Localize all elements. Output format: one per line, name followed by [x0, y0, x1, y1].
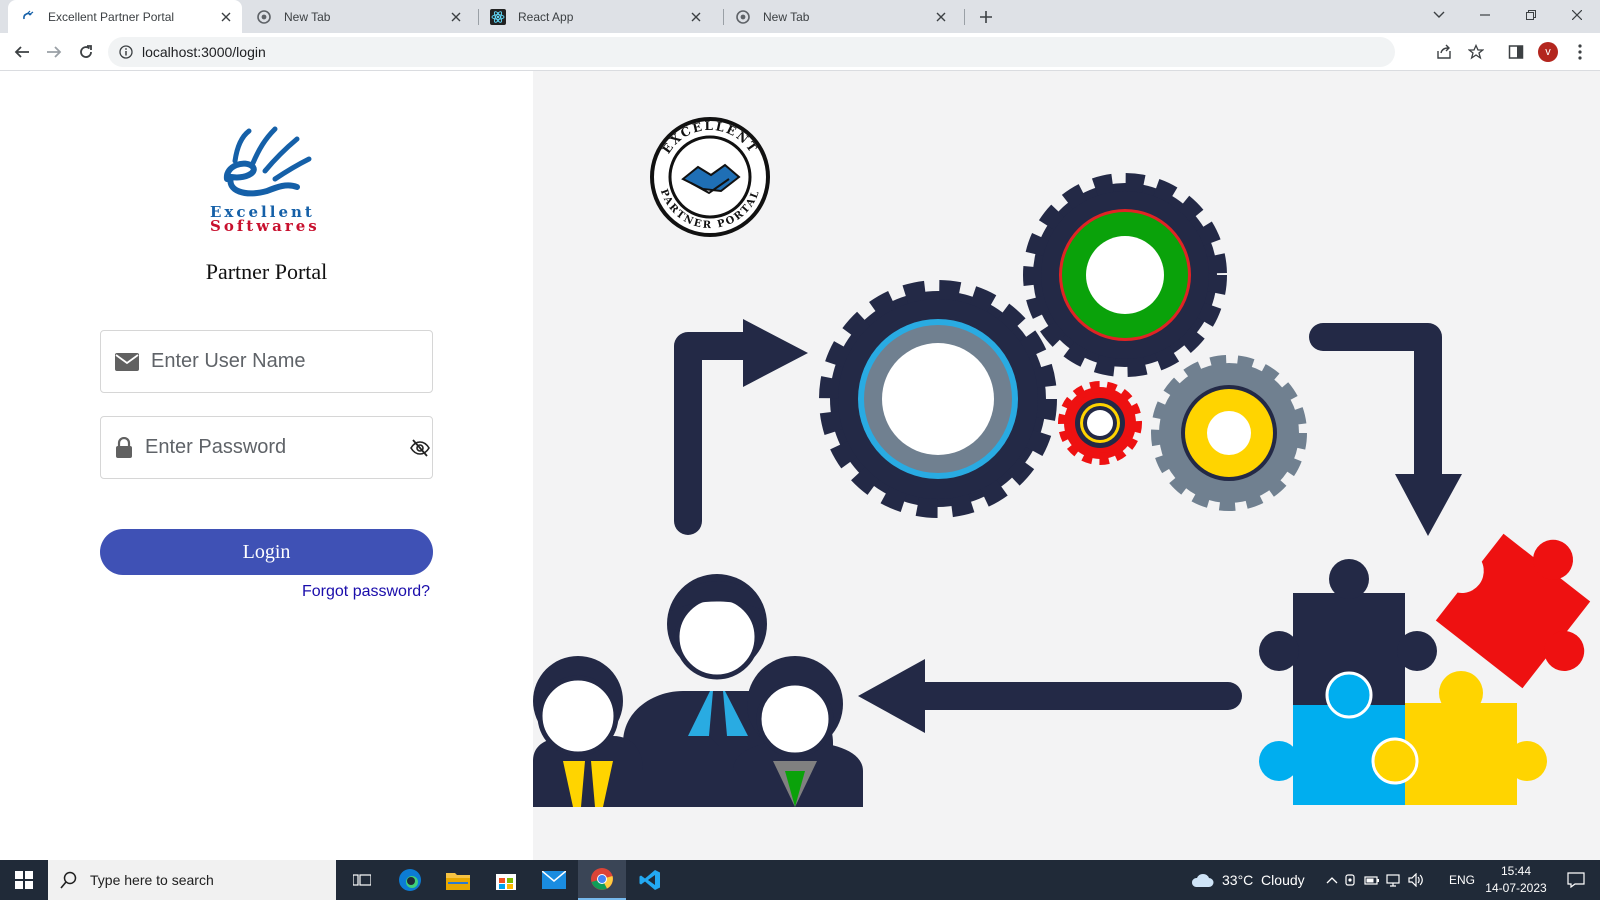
login-button[interactable]: Login [100, 529, 433, 575]
bookmark-star-icon[interactable] [1462, 38, 1490, 66]
search-placeholder: Type here to search [90, 872, 214, 888]
clock-date: 14-07-2023 [1485, 881, 1547, 895]
close-tab-icon[interactable] [218, 9, 234, 25]
avatar: v [1538, 42, 1558, 62]
profile-avatar[interactable]: v [1534, 38, 1562, 66]
arrow-right-down [1309, 323, 1442, 495]
tab-search-icon[interactable] [1416, 0, 1462, 30]
url-text: localhost:3000/login [142, 44, 266, 60]
windows-start-icon[interactable] [0, 860, 48, 900]
arrow-head-down [1395, 474, 1462, 536]
back-arrow-icon[interactable] [8, 38, 36, 66]
clock[interactable]: 15:44 14-07-2023 [1484, 863, 1548, 897]
site-info-icon[interactable] [118, 44, 134, 60]
arrow-head-right [743, 319, 808, 387]
password-field[interactable] [100, 416, 433, 479]
kebab-menu-icon[interactable] [1566, 38, 1594, 66]
forward-arrow-icon[interactable] [40, 38, 68, 66]
gear-green-icon [1023, 173, 1227, 377]
close-tab-icon[interactable] [448, 9, 464, 25]
reload-icon[interactable] [72, 38, 100, 66]
language-indicator[interactable]: ENG [1449, 873, 1475, 887]
store-icon[interactable] [482, 860, 530, 900]
toggle-password-visibility-icon[interactable] [410, 436, 430, 460]
username-input[interactable] [151, 350, 432, 373]
task-view-icon[interactable] [338, 860, 386, 900]
username-field[interactable] [100, 330, 433, 393]
chrome-icon [256, 9, 272, 25]
react-icon [490, 8, 506, 25]
business-people-icon [533, 574, 863, 807]
arrow-up-right [674, 332, 762, 535]
restore-icon[interactable] [1508, 0, 1554, 30]
clock-time: 15:44 [1500, 864, 1532, 878]
puzzle-pieces-icon [1259, 533, 1591, 805]
partner-process-illustration: EXCELLENT PARTNER PORTAL [533, 117, 1591, 807]
password-input[interactable] [145, 436, 410, 459]
cloud-icon [1190, 872, 1214, 888]
gear-gray-icon [1151, 355, 1307, 511]
volume-icon[interactable] [1408, 873, 1424, 887]
side-panel-icon[interactable] [1502, 38, 1530, 66]
tab-title: New Tab [284, 9, 331, 24]
battery-icon[interactable] [1364, 874, 1380, 886]
lock-icon [115, 436, 133, 460]
close-tab-icon[interactable] [933, 9, 949, 25]
notification-icon[interactable] [1556, 860, 1596, 900]
tab-react-app[interactable]: React App [478, 0, 712, 33]
chevron-up-icon[interactable] [1326, 876, 1338, 884]
browser-toolbar: localhost:3000/login v [0, 33, 1600, 71]
envelope-icon [115, 350, 139, 374]
gear-large-icon [819, 280, 1057, 518]
meet-now-icon[interactable] [1344, 873, 1358, 887]
arrow-head-left [858, 659, 925, 733]
weather-text: 33°C Cloudy [1222, 872, 1305, 888]
new-tab-button[interactable] [976, 7, 996, 27]
tab-excellent-partner-portal[interactable]: Excellent Partner Portal [8, 0, 242, 33]
login-page: Excellent Softwares Partner Portal Login… [0, 71, 1600, 860]
chrome-taskbar-icon[interactable] [578, 860, 626, 900]
address-bar[interactable]: localhost:3000/login [108, 37, 1395, 67]
vscode-icon[interactable] [626, 860, 674, 900]
share-icon[interactable] [1430, 38, 1458, 66]
network-icon[interactable] [1386, 873, 1402, 887]
excellent-favicon-icon [20, 9, 36, 25]
login-panel: Excellent Softwares Partner Portal Login… [0, 71, 533, 860]
windows-taskbar: Type here to search 33°C Cloudy ENG 15:4… [0, 860, 1600, 900]
page-title: Partner Portal [205, 259, 328, 284]
partner-portal-badge: EXCELLENT PARTNER PORTAL [650, 117, 770, 237]
gear-red-icon [1058, 381, 1142, 465]
search-icon [60, 871, 80, 889]
system-tray [1326, 860, 1424, 900]
tab-new-tab-2[interactable]: New Tab [723, 0, 957, 33]
tab-title: Excellent Partner Portal [48, 9, 175, 24]
minimize-icon[interactable] [1462, 0, 1508, 30]
chrome-icon [735, 9, 751, 25]
hero-illustration: EXCELLENT PARTNER PORTAL [533, 71, 1600, 860]
tab-title: New Tab [763, 9, 810, 24]
tab-separator [964, 9, 965, 25]
tab-new-tab[interactable]: New Tab [244, 0, 472, 33]
taskbar-search-box[interactable]: Type here to search [48, 860, 336, 900]
forgot-password-link[interactable]: Forgot password? [302, 583, 430, 601]
tab-title: React App [518, 9, 574, 24]
file-explorer-icon[interactable] [434, 860, 482, 900]
brand-name-line2: Softwares [210, 217, 320, 235]
edge-icon[interactable] [386, 860, 434, 900]
close-tab-icon[interactable] [688, 9, 704, 25]
weather-widget[interactable]: 33°C Cloudy [1190, 860, 1305, 900]
tab-strip: Excellent Partner Portal New Tab React A… [0, 0, 1600, 33]
close-window-icon[interactable] [1554, 0, 1600, 30]
mail-icon[interactable] [530, 860, 578, 900]
